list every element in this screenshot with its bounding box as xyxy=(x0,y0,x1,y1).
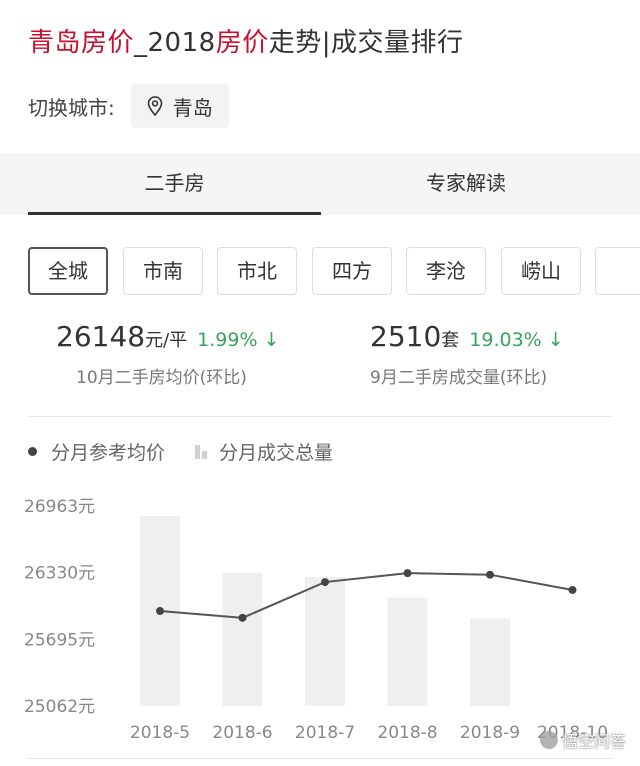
price-point xyxy=(321,578,329,587)
bar-legend-icon xyxy=(195,444,208,459)
x-tick-label: 2018-7 xyxy=(295,723,355,743)
volume-unit: 套 xyxy=(441,330,460,351)
y-tick-label: 26963元 xyxy=(24,497,95,517)
price-volume-chart: 26963元 26330元 25695元 25062元 2018-5 2018-6 2018… xyxy=(24,497,608,743)
line-legend-label: 分月参考均价 xyxy=(51,442,166,464)
down-arrow-icon: ↓ xyxy=(263,329,280,351)
volume-bar xyxy=(305,576,345,706)
city-switcher: 切换城市: 青岛 xyxy=(28,84,229,128)
district-laoshan[interactable]: 崂山 xyxy=(501,247,581,295)
price-point xyxy=(156,606,164,615)
volume-value: 2510 xyxy=(370,320,442,353)
y-tick-label: 25062元 xyxy=(24,697,95,717)
bottom-divider xyxy=(28,758,612,759)
district-shibei[interactable]: 市北 xyxy=(217,247,297,295)
volume-bar xyxy=(222,573,263,706)
x-tick-label: 2018-6 xyxy=(212,723,272,743)
volume-bar xyxy=(470,618,510,706)
price-caption: 10月二手房均价(环比) xyxy=(76,368,247,388)
district-licang[interactable]: 李沧 xyxy=(406,247,486,295)
price-stat: 26148元/平 1.99% ↓ 10月二手房均价(环比) xyxy=(56,320,279,388)
divider xyxy=(28,416,612,417)
x-tick-label: 2018-8 xyxy=(377,723,437,743)
city-name: 青岛 xyxy=(172,95,213,120)
price-line xyxy=(159,572,573,619)
district-shinan[interactable]: 市南 xyxy=(123,247,203,295)
price-point xyxy=(486,570,494,579)
tabs-bar: 二手房 专家解读 xyxy=(0,153,640,215)
y-tick-label: 26330元 xyxy=(24,564,95,584)
volume-bar xyxy=(387,597,428,706)
bar-legend-label: 分月成交总量 xyxy=(219,442,334,464)
volume-change: 19.03% ↓ xyxy=(469,329,564,351)
watermark: 悟空问答 xyxy=(539,728,626,752)
watermark-logo-icon xyxy=(539,731,558,749)
down-arrow-icon: ↓ xyxy=(547,329,564,351)
city-select-button[interactable]: 青岛 xyxy=(130,84,229,128)
x-tick-label: 2018-5 xyxy=(130,723,190,743)
price-change: 1.99% ↓ xyxy=(197,329,280,351)
district-all[interactable]: 全城 xyxy=(28,247,108,295)
price-point xyxy=(403,569,412,578)
location-pin-icon xyxy=(147,96,163,116)
city-switch-label: 切换城市: xyxy=(28,95,115,120)
district-next-partial[interactable] xyxy=(595,247,640,295)
x-tick-label: 2018-9 xyxy=(460,723,520,743)
district-sifang[interactable]: 四方 xyxy=(312,247,392,295)
tab-expert-reading[interactable]: 专家解读 xyxy=(320,153,612,215)
price-point xyxy=(238,613,247,622)
line-legend-dot xyxy=(28,447,37,456)
volume-stat: 2510套 19.03% ↓ 9月二手房成交量(环比) xyxy=(370,320,564,388)
price-unit: 元/平 xyxy=(145,330,188,351)
page-title: 青岛房价_2018房价走势|成交量排行 xyxy=(28,28,464,58)
district-filter: 全城 市南 市北 四方 李沧 崂山 xyxy=(28,247,640,297)
tab-second-hand[interactable]: 二手房 xyxy=(28,153,321,215)
volume-caption: 9月二手房成交量(环比) xyxy=(370,368,548,388)
price-point xyxy=(568,585,577,594)
y-tick-label: 25695元 xyxy=(24,630,95,650)
chart-legend: 分月参考均价 分月成交总量 xyxy=(28,438,333,465)
price-value: 26148 xyxy=(56,320,146,353)
